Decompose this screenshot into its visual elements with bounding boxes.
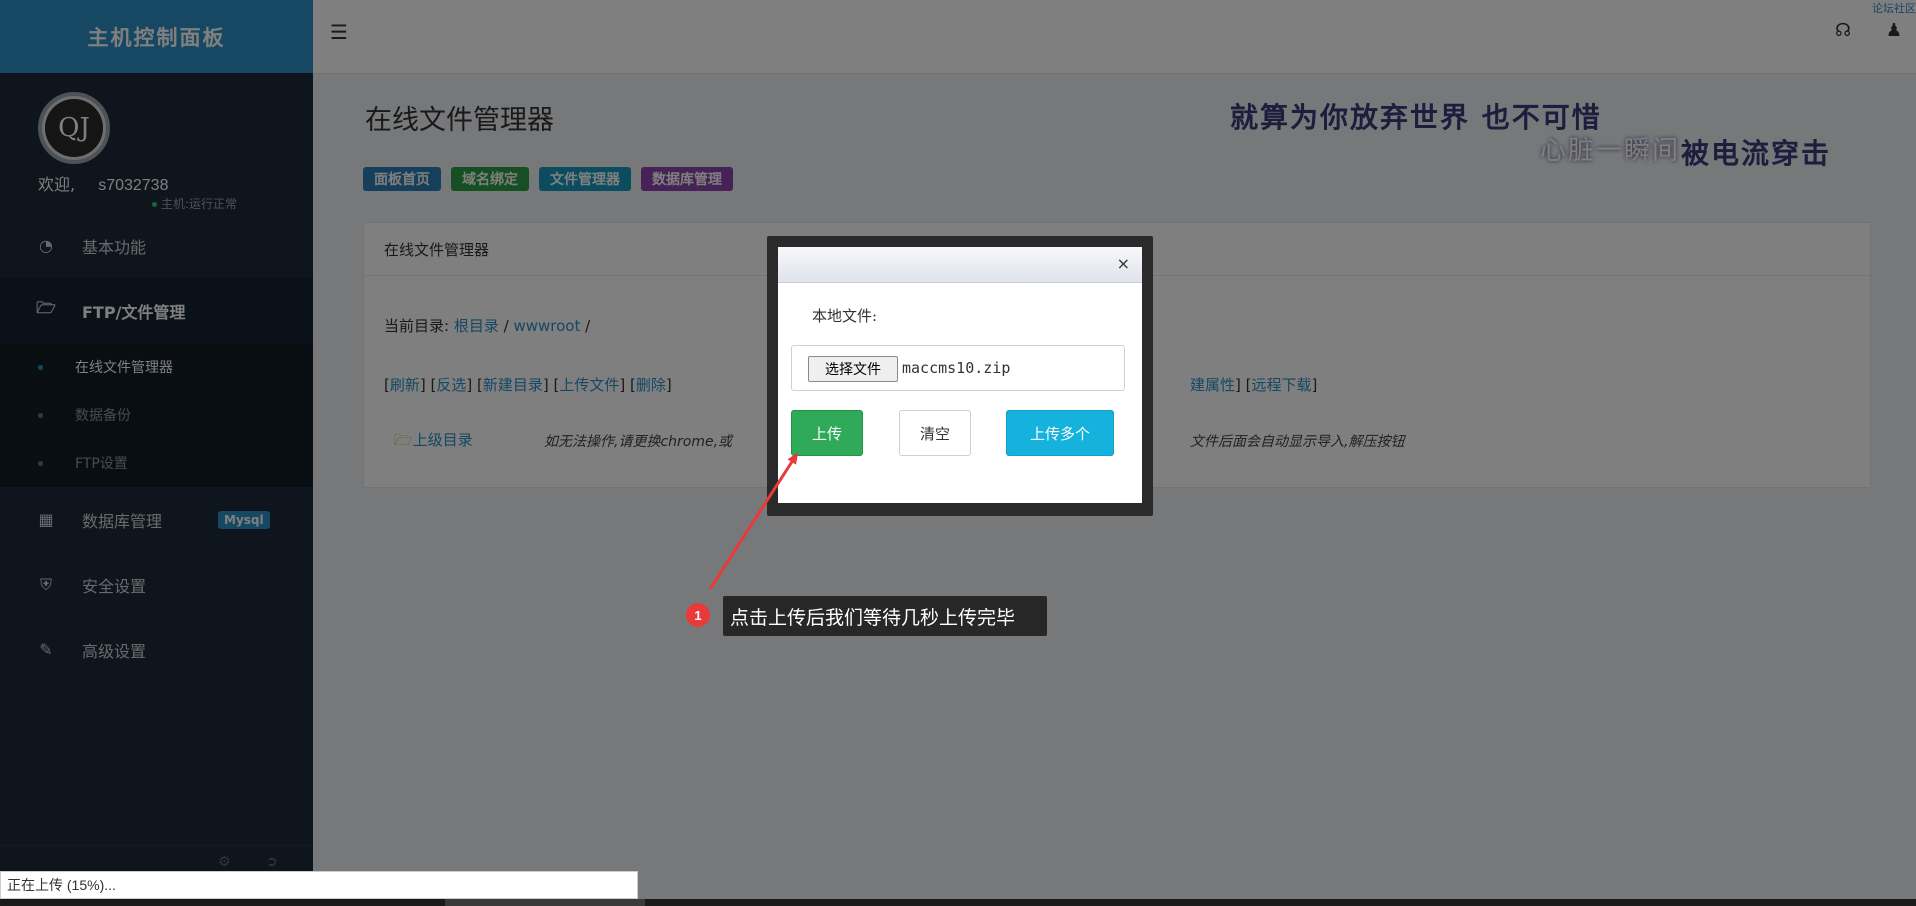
progress-strip bbox=[0, 899, 1916, 906]
progress-segment bbox=[445, 899, 645, 906]
callout-text: 点击上传后我们等待几秒上传完毕 bbox=[723, 596, 1047, 636]
annotation-arrow bbox=[708, 0, 1916, 590]
upload-status-bar: 正在上传 (15%)... bbox=[0, 871, 638, 899]
callout-number-badge: 1 bbox=[686, 603, 710, 627]
